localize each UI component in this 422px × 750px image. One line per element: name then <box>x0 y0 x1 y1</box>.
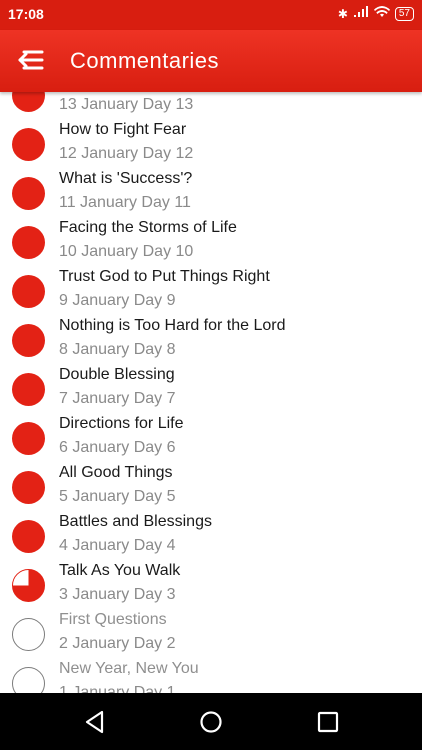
progress-circle-icon <box>12 324 45 357</box>
status-time: 17:08 <box>8 6 44 22</box>
progress-circle-icon <box>12 92 45 112</box>
navigation-bar <box>0 693 422 750</box>
list-item[interactable]: What is 'Success'? 11 January Day 11 <box>0 170 422 219</box>
item-title: Talk As You Walk <box>59 562 181 579</box>
progress-circle-icon <box>12 569 45 602</box>
item-title: What is 'Success'? <box>59 170 193 187</box>
item-subtitle: 1 January Day 1 <box>59 684 176 693</box>
list-item[interactable]: First Questions 2 January Day 2 <box>0 611 422 660</box>
item-subtitle: 9 January Day 9 <box>59 292 176 309</box>
status-icons: ✱ 57 <box>338 6 414 21</box>
item-subtitle: 6 January Day 6 <box>59 439 176 456</box>
recents-icon[interactable] <box>315 709 341 735</box>
item-subtitle: 11 January Day 11 <box>59 194 191 211</box>
home-icon[interactable] <box>198 709 224 735</box>
list-item[interactable]: 13 January Day 13 <box>0 92 422 121</box>
item-subtitle: 4 January Day 4 <box>59 537 176 554</box>
item-subtitle: 10 January Day 10 <box>59 243 194 260</box>
battery-icon: 57 <box>394 6 414 21</box>
item-subtitle: 13 January Day 13 <box>59 96 194 113</box>
item-title: New Year, New You <box>59 660 199 677</box>
list-item[interactable]: Talk As You Walk 3 January Day 3 <box>0 562 422 611</box>
progress-circle-icon <box>12 275 45 308</box>
list-item[interactable]: Directions for Life 6 January Day 6 <box>0 415 422 464</box>
item-subtitle: 7 January Day 7 <box>59 390 176 407</box>
list-item[interactable]: Double Blessing 7 January Day 7 <box>0 366 422 415</box>
signal-icon <box>353 6 369 21</box>
progress-circle-icon <box>12 471 45 504</box>
list-item[interactable]: New Year, New You 1 January Day 1 <box>0 660 422 693</box>
progress-circle-icon <box>12 667 45 693</box>
progress-circle-icon <box>12 373 45 406</box>
app-bar: Commentaries <box>0 30 422 92</box>
progress-circle-icon <box>12 618 45 651</box>
item-subtitle: 2 January Day 2 <box>59 635 176 652</box>
progress-circle-icon <box>12 422 45 455</box>
item-subtitle: 8 January Day 8 <box>59 341 176 358</box>
item-title: How to Fight Fear <box>59 121 187 138</box>
item-subtitle: 3 January Day 3 <box>59 586 176 603</box>
list-item[interactable]: Trust God to Put Things Right 9 January D… <box>0 268 422 317</box>
page-title: Commentaries <box>70 48 220 73</box>
bluetooth-icon: ✱ <box>337 6 348 21</box>
wifi-icon <box>373 6 390 21</box>
progress-circle-icon <box>12 128 45 161</box>
menu-icon[interactable] <box>16 48 50 74</box>
commentary-list[interactable]: 13 January Day 13 How to Fight Fear 12 Jan… <box>0 92 422 693</box>
progress-circle-icon <box>12 226 45 259</box>
status-bar: 17:08 ✱ 57 <box>0 0 422 30</box>
item-title: Double Blessing <box>59 366 175 383</box>
item-subtitle: 5 January Day 5 <box>59 488 176 505</box>
item-title: Nothing is Too Hard for the Lord <box>59 317 286 334</box>
list-item[interactable]: All Good Things 5 January Day 5 <box>0 464 422 513</box>
item-title: Directions for Life <box>59 415 184 432</box>
item-title: Trust God to Put Things Right <box>59 268 270 285</box>
item-subtitle: 12 January Day 12 <box>59 145 194 162</box>
item-title: First Questions <box>59 611 167 628</box>
item-title: Battles and Blessings <box>59 513 212 530</box>
back-icon[interactable] <box>82 709 108 735</box>
item-title: All Good Things <box>59 464 173 481</box>
progress-circle-icon <box>12 520 45 553</box>
progress-circle-icon <box>12 177 45 210</box>
list-item[interactable]: How to Fight Fear 12 January Day 12 <box>0 121 422 170</box>
item-title: Facing the Storms of Life <box>59 219 237 236</box>
list-item[interactable]: Battles and Blessings 4 January Day 4 <box>0 513 422 562</box>
list-item[interactable]: Nothing is Too Hard for the Lord 8 Januar… <box>0 317 422 366</box>
list-item[interactable]: Facing the Storms of Life 10 January Day … <box>0 219 422 268</box>
